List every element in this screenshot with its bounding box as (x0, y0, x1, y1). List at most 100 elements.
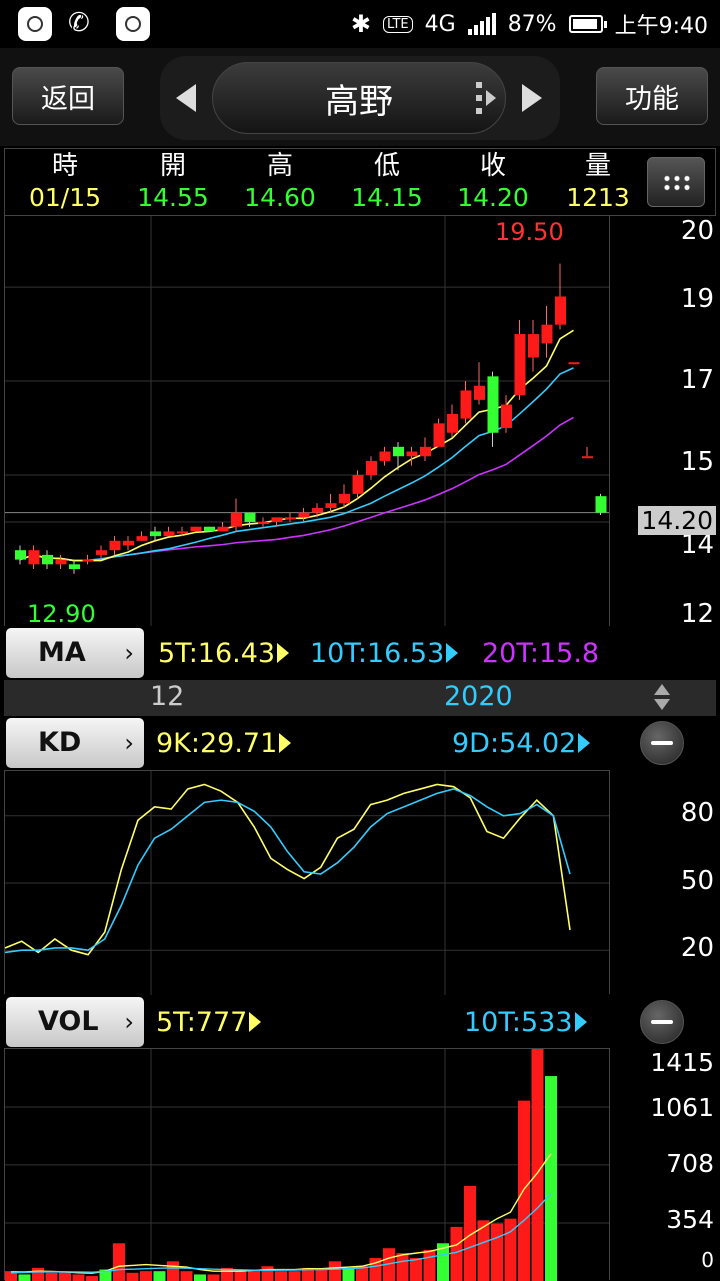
quote-value: 14.60 (244, 183, 316, 212)
candle-body (501, 404, 512, 429)
vol-row: VOL › 5T:777 10T:533 (0, 996, 720, 1048)
volume-bar (86, 1276, 98, 1281)
vol-chart (5, 1049, 609, 1281)
candle-body (366, 460, 377, 476)
y-tick: 0 (701, 1248, 714, 1272)
candle-body (163, 531, 175, 537)
d-line (5, 788, 571, 954)
volte-icon: LTE (383, 15, 413, 33)
candle-body (204, 526, 215, 532)
remove-kd-button[interactable] (640, 721, 684, 765)
chevron-left-icon (176, 84, 196, 112)
volume-bar (261, 1266, 274, 1281)
quote-col-time: 時 01/15 (15, 149, 115, 213)
candle-body (190, 526, 202, 532)
candle-body (231, 512, 242, 527)
candle-body (528, 334, 539, 358)
vol-indicator-button[interactable]: VOL › (6, 997, 144, 1047)
ma-indicator-button[interactable]: MA › (6, 628, 144, 678)
chevron-right-icon: › (124, 1008, 134, 1036)
quote-col-low: 低 14.15 (337, 149, 437, 213)
quote-value: 14.20 (457, 183, 529, 212)
prev-stock-button[interactable] (176, 84, 196, 112)
quote-header: 時 01/15 開 14.55 高 14.60 低 14.15 收 14.20 … (4, 148, 716, 216)
candle-body (55, 559, 67, 565)
kd-axis: 80 50 20 (610, 770, 720, 994)
price-panel[interactable]: 19.50 12.90 (4, 216, 610, 626)
quote-label: 時 (51, 151, 78, 181)
candle-body (352, 475, 364, 494)
kd-indicator-button[interactable]: KD › (6, 718, 144, 768)
kd-panel[interactable] (4, 770, 610, 995)
menu-dots-icon (662, 174, 692, 192)
quote-label: 開 (159, 151, 186, 181)
candle-body (244, 512, 256, 523)
vol-panel[interactable] (4, 1048, 610, 1281)
candle-body (298, 512, 310, 518)
candle-body (379, 451, 391, 461)
vol10-value: 10T:533 (464, 1007, 587, 1038)
quote-col-volume: 量 1213 (548, 149, 648, 213)
price-chart: 19.50 12.90 (5, 216, 609, 626)
network-type: 4G (424, 11, 456, 37)
stock-name-pill[interactable]: 高野 (212, 62, 506, 134)
volume-bar (113, 1243, 125, 1281)
back-button[interactable]: 返回 (12, 67, 124, 125)
quote-col-close: 收 14.20 (443, 149, 543, 213)
y-tick: 50 (680, 866, 714, 896)
phone-wifi-icon: ✆ (68, 8, 90, 38)
d-value: 9D:54.02 (452, 728, 591, 759)
chevron-right-icon: › (124, 639, 134, 667)
quote-col-high: 高 14.60 (230, 149, 330, 213)
candle-body (433, 423, 445, 447)
volume-bar (32, 1267, 44, 1281)
k-line (5, 783, 571, 956)
candle-body (109, 540, 121, 551)
time-label-year: 2020 (444, 681, 513, 712)
price-axis: 20 19 17 15 14 12 14.20 (610, 216, 720, 629)
ma5-value: 5T:16.43 (158, 638, 290, 669)
vol-axis: 1415 1061 708 354 0 (610, 1048, 720, 1280)
volume-bar (194, 1274, 206, 1281)
candle-body (96, 550, 107, 555)
vol-button-label: VOL (38, 1006, 99, 1037)
volume-bar (464, 1185, 476, 1281)
quote-label: 量 (584, 151, 611, 181)
battery-percent: 87% (507, 11, 557, 37)
flag-icon (446, 643, 459, 663)
time-axis-bar[interactable]: 12 2020 (4, 680, 716, 716)
candle-body (447, 413, 458, 433)
y-tick: 708 (666, 1149, 714, 1178)
chart-menu-button[interactable] (647, 157, 705, 207)
current-price-tag: 14.20 (638, 506, 716, 535)
function-button[interactable]: 功能 (596, 67, 708, 125)
candle-body (69, 564, 80, 570)
volume-bar (491, 1223, 503, 1281)
next-stock-button[interactable] (522, 84, 542, 112)
candle-body (474, 385, 485, 400)
candle-body (487, 376, 499, 433)
expand-collapse-icon[interactable] (654, 684, 670, 712)
candle-body (15, 550, 26, 560)
candle-body (420, 446, 431, 457)
status-indicators: ✱ LTE 4G 87% 上午9:40 (351, 8, 708, 40)
candle-body (541, 324, 553, 344)
volume-bar (396, 1253, 409, 1281)
remove-vol-button[interactable] (640, 1000, 684, 1044)
quote-value: 14.55 (137, 183, 209, 212)
time-label-month: 12 (150, 681, 185, 712)
y-tick: 15 (680, 447, 714, 477)
volume-bar (545, 1076, 557, 1281)
flag-icon (249, 1012, 262, 1032)
flag-icon (277, 643, 290, 663)
candle-body (325, 503, 337, 508)
stock-list-icon[interactable] (476, 82, 498, 114)
volume-bar (72, 1274, 85, 1281)
low-price-label: 12.90 (27, 600, 96, 626)
flag-icon (574, 1012, 587, 1032)
chevron-right-icon: › (124, 729, 134, 757)
candle-body (460, 390, 472, 419)
quote-value: 01/15 (28, 183, 102, 212)
candle-body (555, 296, 566, 325)
ma5-line (19, 329, 574, 562)
